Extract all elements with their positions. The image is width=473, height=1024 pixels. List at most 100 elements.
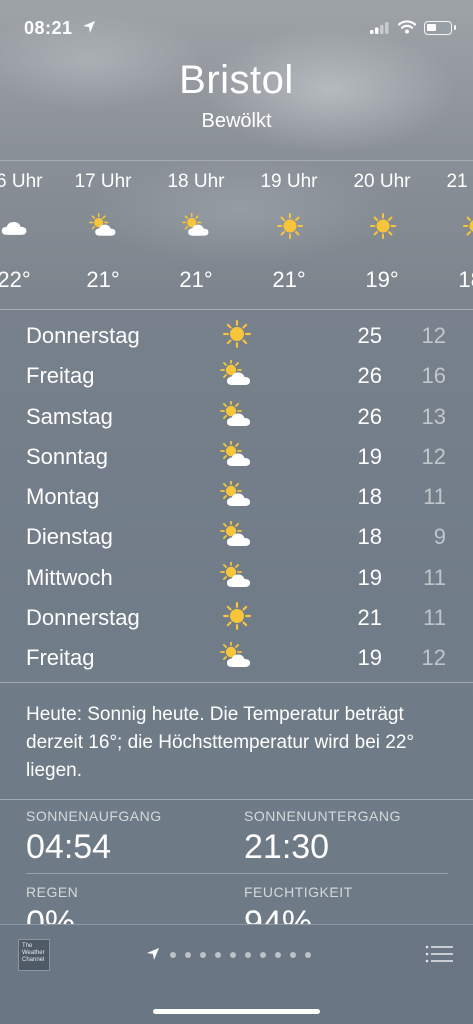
hourly-item: 17 Uhr 21° xyxy=(57,161,149,309)
hourly-time: 16 Uhr xyxy=(0,171,43,192)
high-temp: 18 xyxy=(357,484,382,510)
sunrise-label: SONNENAUFGANG xyxy=(26,808,162,824)
day-name: Dienstag xyxy=(26,524,113,550)
rain-value: 0% xyxy=(26,904,76,924)
daily-row: Donnerstag 25 12 xyxy=(0,314,473,354)
sunrise-value: 04:54 xyxy=(26,828,112,866)
battery-icon xyxy=(424,21,456,35)
partly-sunny-icon xyxy=(220,399,254,429)
page-dot xyxy=(260,952,266,958)
daily-row: Samstag 26 13 xyxy=(0,395,473,435)
low-temp: 9 xyxy=(433,524,446,550)
high-temp: 25 xyxy=(357,323,382,348)
partly-sunny-icon xyxy=(220,359,254,388)
partly-sunny-icon xyxy=(220,560,254,590)
day-name: Samstag xyxy=(26,403,113,429)
day-name: Montag xyxy=(26,484,100,510)
sunset-detail: SONNENUNTERGANG 21:30 xyxy=(244,808,454,867)
sun-icon xyxy=(461,213,473,239)
page-dot xyxy=(245,952,251,958)
high-temp: 19 xyxy=(357,564,382,590)
daily-forecast: Donnerstag 25 12 Freitag 26 16 Samstag 2… xyxy=(0,314,473,677)
hourly-time: 18 Uhr xyxy=(167,171,225,192)
page-dot xyxy=(290,952,296,958)
daily-row: Dienstag 18 9 xyxy=(0,515,473,555)
summary-text: Heute: Sonnig heute. Die Temperatur betr… xyxy=(26,704,414,781)
page-dot xyxy=(305,952,311,958)
current-condition: Bewölkt xyxy=(201,110,272,132)
today-summary: Heute: Sonnig heute. Die Temperatur betr… xyxy=(0,682,473,800)
hourly-item: 20 Uhr 19° xyxy=(336,161,428,309)
partly-sunny-icon xyxy=(89,212,119,239)
status-time: 08:21 xyxy=(24,18,73,38)
humidity-value: 94% xyxy=(244,904,313,924)
daily-row: Mittwoch 19 11 xyxy=(0,556,473,596)
day-name: Donnerstag xyxy=(26,323,140,348)
daily-row: Freitag 26 16 xyxy=(0,354,473,394)
day-name: Freitag xyxy=(26,645,95,671)
high-temp: 21 xyxy=(357,605,382,631)
bottom-toolbar: The Weather Channel xyxy=(0,924,473,1024)
hourly-temp: 19° xyxy=(365,267,399,292)
low-temp: 11 xyxy=(423,605,446,631)
high-temp: 19 xyxy=(357,443,382,469)
partly-sunny-icon xyxy=(182,212,212,239)
partly-sunny-icon xyxy=(220,641,254,670)
hourly-time: 17 Uhr xyxy=(74,171,132,192)
hourly-temp: 21° xyxy=(272,267,306,292)
weather-channel-logo[interactable]: The Weather Channel xyxy=(18,939,50,971)
hourly-time: 21 Uhr xyxy=(446,171,473,192)
partly-sunny-icon xyxy=(220,480,254,509)
hourly-item: 16 Uhr 22° xyxy=(0,161,60,309)
rain-detail: REGEN 0% xyxy=(26,884,236,924)
daily-row: Sonntag 19 12 xyxy=(0,435,473,475)
status-bar: 08:21 xyxy=(0,16,473,42)
high-temp: 19 xyxy=(357,645,382,671)
page-dot xyxy=(215,952,221,958)
daily-row: Donnerstag 21 11 xyxy=(0,596,473,636)
hourly-time: 19 Uhr xyxy=(260,171,318,192)
home-indicator[interactable] xyxy=(153,1009,320,1014)
day-name: Freitag xyxy=(26,363,95,389)
city-name: Bristol xyxy=(179,58,294,102)
wifi-icon xyxy=(398,20,416,34)
details-divider xyxy=(26,873,448,874)
sunset-value: 21:30 xyxy=(244,828,330,866)
weather-details: SONNENAUFGANG 04:54 SONNENUNTERGANG 21:3… xyxy=(0,800,473,924)
low-temp: 12 xyxy=(421,645,446,671)
page-dot xyxy=(230,952,236,958)
cloud-icon xyxy=(0,213,30,239)
hourly-time: 20 Uhr xyxy=(353,171,411,192)
sun-icon xyxy=(220,320,254,348)
low-temp: 13 xyxy=(421,403,446,429)
rain-label: REGEN xyxy=(26,884,79,900)
daily-row: Freitag 19 12 xyxy=(0,636,473,676)
hourly-temp: 21° xyxy=(86,267,120,292)
hourly-item: 21 Uhr 18° xyxy=(429,161,473,309)
hourly-temp: 18° xyxy=(458,267,473,292)
cellular-signal-icon xyxy=(370,22,389,34)
sun-icon xyxy=(220,602,254,631)
city-list-icon[interactable] xyxy=(425,945,453,963)
hourly-forecast[interactable]: 16 Uhr 22° 17 Uhr 21° 18 Uhr 21° 19 Uhr … xyxy=(0,160,473,310)
hourly-temp: 21° xyxy=(179,267,213,292)
page-dot xyxy=(185,952,191,958)
page-indicator[interactable] xyxy=(146,947,336,963)
page-dot xyxy=(275,952,281,958)
location-arrow-icon xyxy=(83,21,95,33)
sun-icon xyxy=(368,213,398,239)
day-name: Donnerstag xyxy=(26,605,140,631)
daily-row: Montag 18 11 xyxy=(0,475,473,515)
high-temp: 18 xyxy=(357,524,382,550)
sunset-label: SONNENUNTERGANG xyxy=(244,808,401,824)
low-temp: 12 xyxy=(421,443,446,469)
high-temp: 26 xyxy=(357,363,382,389)
page-dot xyxy=(200,952,206,958)
partly-sunny-icon xyxy=(220,520,254,549)
low-temp: 16 xyxy=(421,363,446,389)
partly-sunny-icon xyxy=(220,439,254,469)
day-name: Mittwoch xyxy=(26,564,113,590)
sun-icon xyxy=(275,213,305,239)
humidity-detail: FEUCHTIGKEIT 94% xyxy=(244,884,454,924)
hourly-item: 19 Uhr 21° xyxy=(243,161,335,309)
